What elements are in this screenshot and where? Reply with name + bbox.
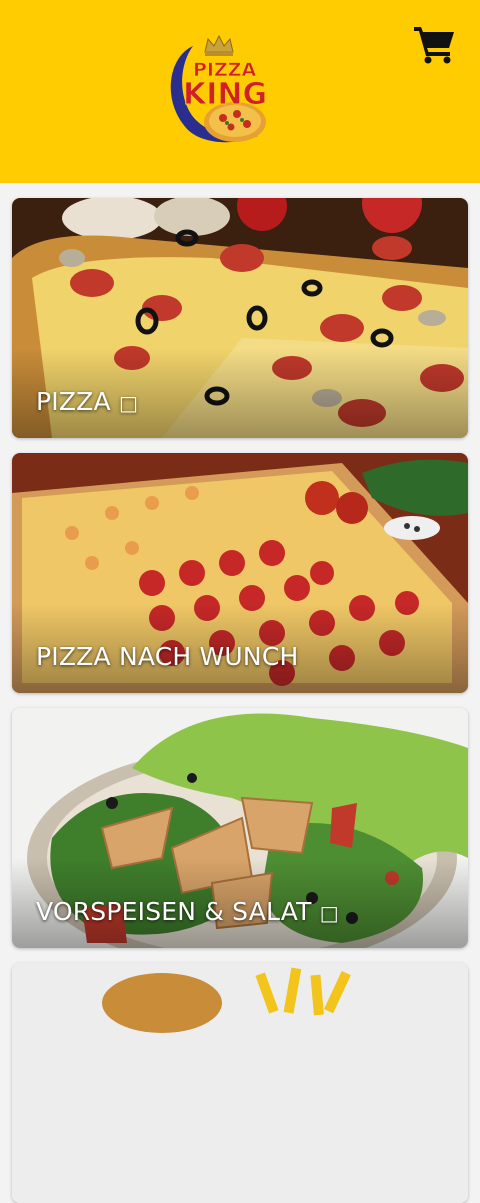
category-card-partial[interactable]: [12, 963, 468, 1203]
pizza-king-logo[interactable]: PIZZA KING: [163, 32, 273, 147]
category-card-vorspeisen-salat[interactable]: VORSPEISEN & SALAT □: [12, 708, 468, 948]
category-label-text: PIZZA: [36, 387, 111, 416]
category-label-text: VORSPEISEN & SALAT: [36, 897, 312, 926]
category-card-pizza[interactable]: PIZZA □: [12, 198, 468, 438]
category-label-text: PIZZA NACH WUNCH: [36, 642, 299, 671]
category-label-pizza: PIZZA □: [36, 387, 138, 416]
logo-text-king: KING: [183, 77, 267, 112]
app-header: PIZZA KING: [0, 0, 480, 183]
shopping-cart-icon[interactable]: [414, 24, 456, 64]
fried-food-photo: [12, 963, 468, 1203]
chevron-right-icon: □: [118, 391, 139, 415]
chevron-right-icon: □: [319, 901, 339, 925]
category-label-pizza-nach-wunch: PIZZA NACH WUNCH: [36, 642, 299, 671]
category-card-pizza-nach-wunch[interactable]: PIZZA NACH WUNCH: [12, 453, 468, 693]
category-label-vorspeisen-salat: VORSPEISEN & SALAT □: [36, 897, 339, 926]
